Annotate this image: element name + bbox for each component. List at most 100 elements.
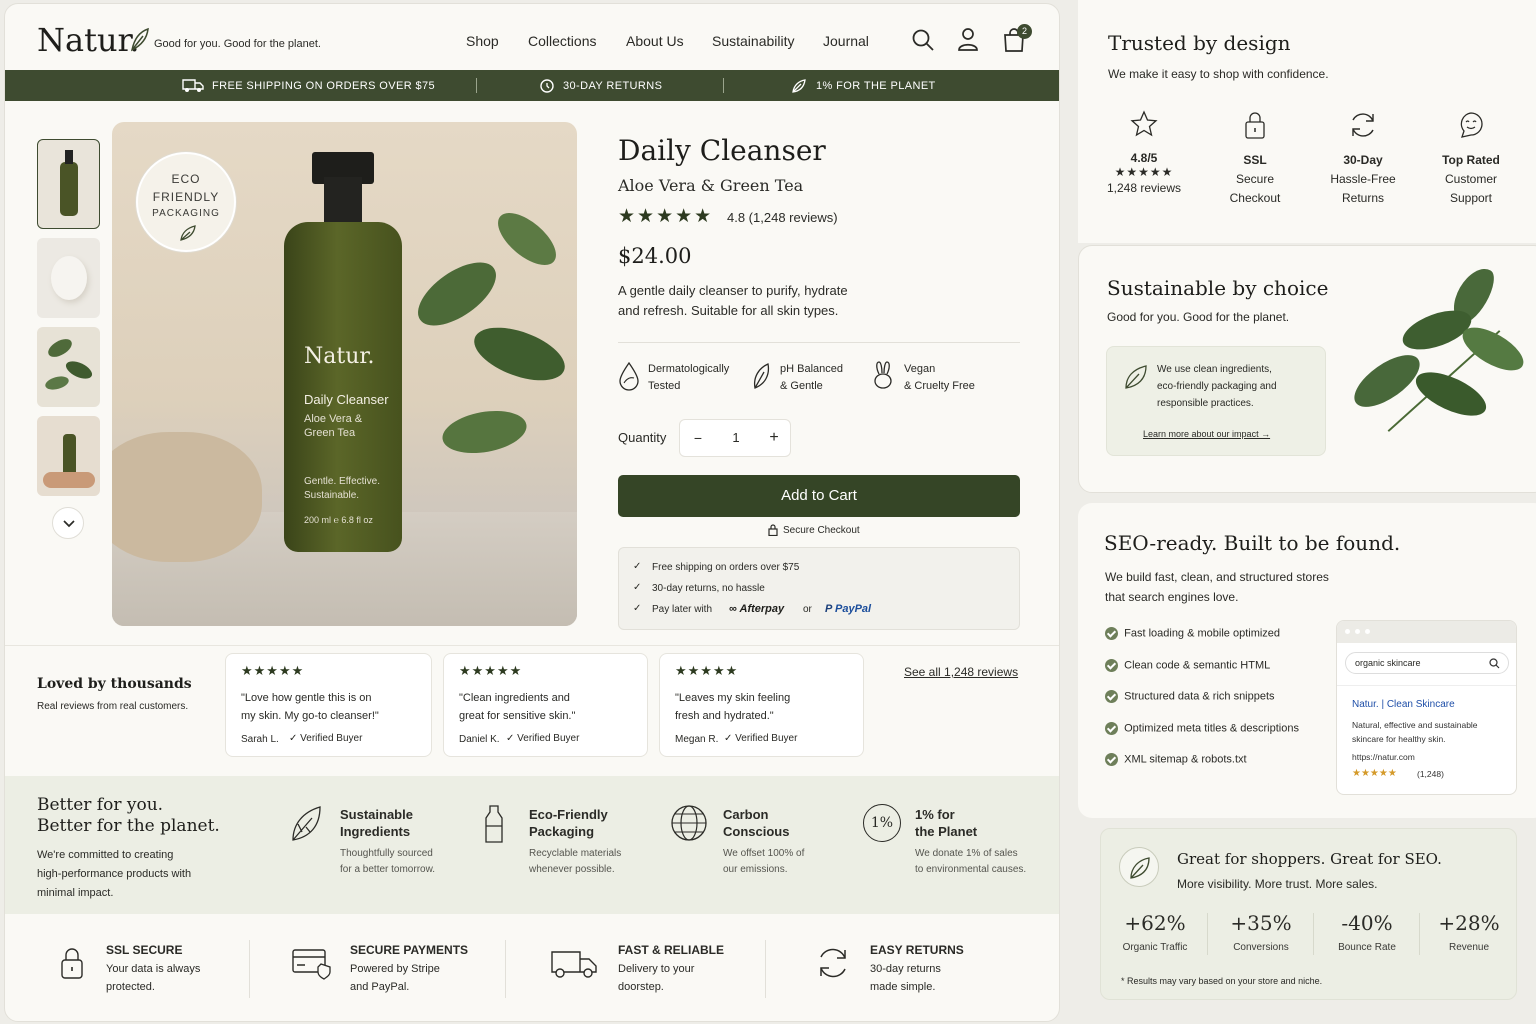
delivery-truck-icon — [551, 951, 597, 978]
ph-leaf-icon — [753, 363, 770, 389]
review-card: ★★★★★ "Love how gentle this is on my skin… — [225, 653, 432, 757]
trusted-subtitle: We make it easy to shop with confidence. — [1108, 67, 1329, 81]
browser-bar — [1337, 621, 1516, 643]
better-paragraph: We're committed to creating high-performa… — [37, 849, 192, 899]
divider — [5, 645, 1059, 646]
learn-more-impact-link[interactable]: Learn more about our impact → — [1143, 429, 1270, 439]
feature-dermatologically-tested: Dermatologically Tested — [648, 363, 730, 392]
add-to-cart-button[interactable]: Add to Cart — [618, 475, 1020, 517]
leaf-icon — [180, 225, 196, 241]
globe-icon — [671, 805, 707, 841]
check-icon — [1105, 658, 1118, 672]
thumbnail-texture[interactable] — [37, 238, 100, 318]
brand-tagline: Good for you. Good for the planet. — [154, 38, 321, 50]
brand-logo[interactable]: Natur. — [37, 21, 140, 59]
review-card: ★★★★★ "Leaves my skin feeling fresh and h… — [659, 653, 864, 757]
quantity-input[interactable]: 1 — [716, 420, 756, 456]
better-heading: Better for you. — [37, 795, 164, 815]
bottle-volume: 200 ml ℮ 6.8 fl oz — [304, 515, 373, 525]
trust-secure-payments: SECURE PAYMENTS Powered by Stripe and PayP… — [350, 943, 469, 993]
product-page-panel: Natur. Good for you. Good for the planet… — [4, 3, 1060, 1022]
review-stars: ★★★★★ — [459, 663, 523, 678]
bottle-brand-label: Natur. — [304, 344, 375, 369]
lock-icon — [1245, 112, 1265, 139]
promo-divider — [476, 78, 477, 93]
divider — [765, 940, 766, 998]
leaf-icon — [1125, 365, 1147, 389]
verified-buyer-badge: ✓ Verified Buyer — [724, 733, 798, 744]
perk-check-icon: ✓ — [633, 603, 642, 614]
quantity-decrease-button[interactable]: − — [680, 420, 716, 456]
promo-divider — [723, 78, 724, 93]
thumbnail-hand[interactable] — [37, 416, 100, 496]
check-icon — [1105, 690, 1118, 703]
review-stars: ★★★★★ — [241, 663, 305, 678]
sustainable-subtitle: Good for you. Good for the planet. — [1107, 310, 1290, 324]
nav-collections[interactable]: Collections — [528, 33, 596, 49]
star-badge-icon — [1130, 110, 1158, 137]
promo-free-shipping: FREE SHIPPING ON ORDERS OVER $75 — [212, 80, 436, 92]
feature-vegan: Vegan & Cruelty Free — [904, 363, 975, 392]
seo-title: SEO-ready. Built to be found. — [1104, 531, 1401, 555]
quantity-stepper: − 1 + — [679, 419, 791, 457]
thumbnail-leaves[interactable] — [37, 327, 100, 407]
promo-bar: FREE SHIPPING ON ORDERS OVER $75 30-DAY … — [5, 70, 1059, 101]
paypal-logo: P PayPal — [825, 603, 872, 615]
trusted-ssl: SSL Secure Checkout — [1229, 153, 1281, 205]
nav-about-us[interactable]: About Us — [626, 33, 684, 49]
trust-fast-reliable: FAST & RELIABLE Delivery to your doorstep. — [618, 943, 725, 993]
verified-buyer-badge: ✓ Verified Buyer — [506, 733, 580, 744]
divider — [249, 940, 250, 998]
thumbnail-bottle[interactable] — [37, 139, 100, 229]
bottle-tagline: Gentle. Effective. — [304, 476, 380, 487]
leaf-logo-icon — [130, 27, 149, 52]
better-item-sustainable: Sustainable Ingredients Thoughtfully sourc… — [340, 807, 436, 875]
better-section: Better for you. Better for the planet. W… — [5, 776, 1059, 914]
nav-shop[interactable]: Shop — [466, 33, 499, 49]
trusted-support: Top Rated Customer Support — [1442, 153, 1500, 205]
product-description: A gentle daily cleanser to purify, hydra… — [618, 283, 848, 298]
results-footnote: * Results may vary based on your store a… — [1121, 976, 1323, 986]
stat-revenue: +28% Revenue — [1438, 911, 1500, 953]
returns-icon — [540, 79, 554, 93]
divider — [618, 342, 1020, 343]
seo-description: We build fast, clean, and structured sto… — [1105, 570, 1329, 604]
bottle-ingredient-label: Green Tea — [304, 427, 356, 439]
seo-feature-list: Fast loading & mobile optimized Clean co… — [1105, 627, 1299, 785]
see-all-reviews-link[interactable]: See all 1,248 reviews — [904, 665, 1018, 679]
reviewer-name: Sarah L. — [241, 734, 279, 745]
search-icon[interactable] — [911, 28, 935, 52]
reviewer-name: Daniel K. — [459, 734, 500, 745]
chevron-down-icon — [63, 520, 75, 528]
product-description: and refresh. Suitable for all skin types… — [618, 303, 839, 318]
reviewer-name: Megan R. — [675, 734, 719, 745]
lock-icon — [768, 524, 778, 536]
sustainable-info-box: We use clean ingredients, eco-friendly pa… — [1106, 346, 1326, 456]
secure-card-icon — [292, 949, 331, 980]
cart-count-badge: 2 — [1017, 24, 1032, 39]
search-result-title[interactable]: Natur. | Clean Skincare — [1352, 699, 1455, 710]
mockup-search-input[interactable]: organic skincare — [1345, 652, 1509, 674]
bottle-ingredient-label: Aloe Vera & — [304, 413, 363, 425]
search-result-url: https://natur.com — [1352, 752, 1415, 762]
results-panel: Great for shoppers. Great for SEO. More … — [1100, 828, 1517, 1000]
nav-journal[interactable]: Journal — [823, 33, 869, 49]
thumbnails-scroll-down-button[interactable] — [52, 507, 84, 539]
stat-organic-traffic: +62% Organic Traffic — [1122, 911, 1188, 953]
perk-free-shipping: Free shipping on orders over $75 — [652, 562, 800, 573]
search-icon — [1489, 658, 1500, 669]
results-subtitle: More visibility. More trust. More sales. — [1177, 877, 1378, 891]
nav-sustainability[interactable]: Sustainability — [712, 33, 795, 49]
one-percent-icon: 1% — [863, 804, 901, 842]
bunny-icon — [874, 361, 892, 389]
eco-friendly-badge: ECO FRIENDLY PACKAGING — [136, 152, 236, 252]
refresh-icon — [1352, 113, 1374, 137]
truck-icon — [182, 79, 204, 92]
sustainable-leaf-icon — [292, 806, 321, 841]
product-rating-text[interactable]: 4.8 (1,248 reviews) — [727, 210, 838, 225]
afterpay-logo: ∞ Afterpay — [729, 603, 785, 615]
quantity-increase-button[interactable]: + — [756, 420, 792, 456]
search-result-count: (1,248) — [1417, 769, 1444, 779]
promo-one-percent: 1% FOR THE PLANET — [816, 80, 936, 92]
account-icon[interactable] — [957, 27, 979, 51]
